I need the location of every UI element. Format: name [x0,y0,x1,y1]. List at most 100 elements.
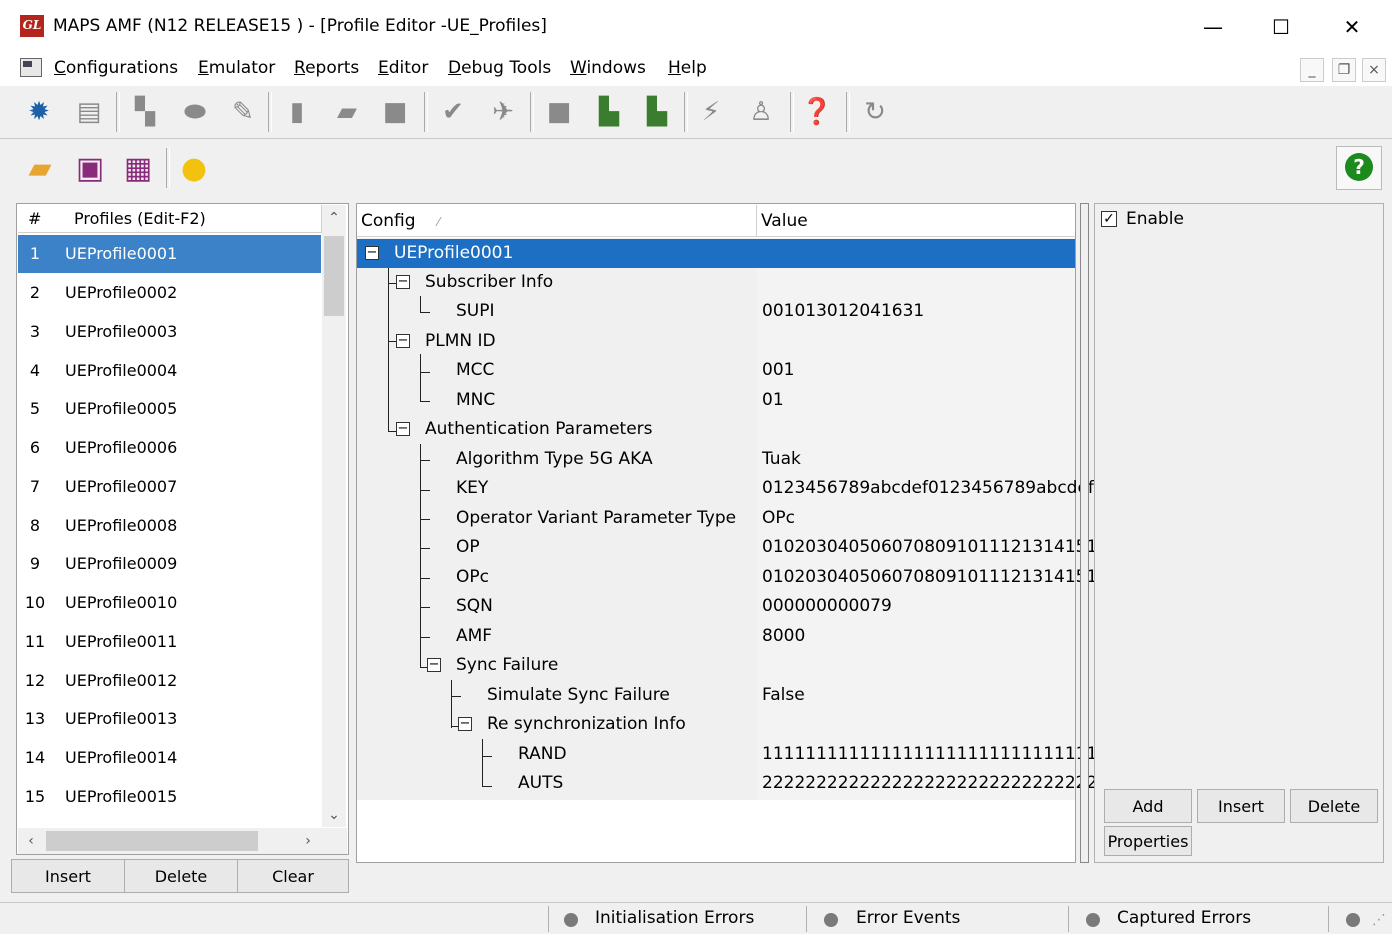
tree-node-sqn[interactable]: SQN 000000000079 [357,592,1075,621]
collapse-icon[interactable]: − [396,422,410,436]
tree-node-opc[interactable]: OPc 01020304050607080910111213141516 [357,563,1108,592]
profile-row[interactable]: 2 UEProfile0002 [18,274,321,312]
resize-grip-icon[interactable]: ⋰ [1372,912,1386,928]
toolbar-separator [790,92,794,132]
tree-node-amf[interactable]: AMF 8000 [357,622,1075,651]
menu-configurations[interactable]: Configurations [54,58,178,78]
save-as-icon[interactable]: ▦ [118,148,158,190]
tree-node-supi[interactable]: SUPI 001013012041631 [357,297,1075,326]
profile-row[interactable]: 14 UEProfile0014 [18,739,321,777]
menu-debug-tools[interactable]: Debug Tools [448,58,551,78]
column-header-profiles[interactable]: Profiles (Edit-F2) [64,205,322,233]
mdi-restore-button[interactable]: ❐ [1332,58,1356,82]
tree-node-mcc[interactable]: MCC 001 [357,356,1075,385]
tools-icon[interactable]: ✈ [486,94,520,130]
collapse-icon[interactable]: − [396,334,410,348]
delete-profile-button[interactable]: Delete [124,859,238,893]
mdi-minimize-button[interactable]: _ [1300,58,1324,82]
call-icon[interactable]: ⬬ [178,94,212,130]
tree-node-simulate-sync-failure[interactable]: Simulate Sync Failure False [357,681,1075,710]
grid-icon[interactable]: ■ [378,94,412,130]
profile-row[interactable]: 15 UEProfile0015 [18,778,321,816]
scroll-right-icon[interactable]: › [297,830,319,852]
tree-node-plmn-id[interactable]: − PLMN ID [357,327,1075,356]
log-icon[interactable]: ▤ [72,94,106,130]
profile-row[interactable]: 8 UEProfile0008 [18,507,321,545]
clipboard-icon[interactable]: ▰ [330,94,364,130]
tree-node-sync-failure[interactable]: − Sync Failure [357,651,1075,680]
document-icon[interactable] [20,58,42,77]
insert-profile-button[interactable]: Insert [11,859,125,893]
profile-row[interactable]: 12 UEProfile0012 [18,662,321,700]
initialisation-errors-status[interactable]: Initialisation Errors [595,908,754,928]
profile-row[interactable]: 3 UEProfile0003 [18,313,321,351]
help-circle-icon[interactable]: ❓ [800,94,834,130]
column-header-value[interactable]: Value [757,205,1075,237]
profile-row[interactable]: 11 UEProfile0011 [18,623,321,661]
clear-profiles-button[interactable]: Clear [237,859,349,893]
add-button[interactable]: Add [1104,789,1192,823]
profile-row[interactable]: 13 UEProfile0013 [18,700,321,738]
tree-node-subscriber-info[interactable]: − Subscriber Info [357,268,1075,297]
captured-errors-status[interactable]: Captured Errors [1117,908,1251,928]
enable-checkbox[interactable]: ✓ [1101,211,1117,227]
edit-check-icon[interactable]: ✔ [436,94,470,130]
lightbulb-icon[interactable]: ● [174,148,214,190]
link-icon[interactable]: ✎ [226,94,260,130]
settings-gear-icon[interactable]: ✹ [22,94,56,130]
tree-node-authentication-parameters[interactable]: − Authentication Parameters [357,415,1075,444]
stop-icon[interactable]: ▮ [280,94,314,130]
scroll-left-icon[interactable]: ‹ [20,830,42,852]
script-icon[interactable]: ▚ [128,94,162,130]
profile-row[interactable]: 1 UEProfile0001 [18,235,321,273]
tree-node-key[interactable]: KEY 0123456789abcdef0123456789abcdef [357,474,1094,503]
tree-node-rand[interactable]: RAND 11111111111111111111111111111111 [357,740,1108,769]
tree-node-auts[interactable]: AUTS 2222222222222222222222222222222222 [357,769,1130,798]
profile-row[interactable]: 7 UEProfile0007 [18,468,321,506]
tree-node-mnc[interactable]: MNC 01 [357,386,1075,415]
menu-help[interactable]: Help [668,58,707,78]
open-folder-icon[interactable]: ▰ [20,148,60,190]
user-search-icon[interactable]: ♙ [744,94,778,130]
collapse-icon[interactable]: − [365,246,379,260]
profile-row[interactable]: 9 UEProfile0009 [18,545,321,583]
close-button[interactable]: ✕ [1329,10,1375,44]
minimize-button[interactable]: — [1190,10,1236,44]
doc-c-icon[interactable]: ▙ [592,94,626,130]
profile-row[interactable]: 6 UEProfile0006 [18,429,321,467]
maximize-button[interactable]: ☐ [1258,10,1304,44]
tree-node-profile[interactable]: − UEProfile0001 [357,239,1075,268]
menu-windows[interactable]: Windows [570,58,646,78]
doc-p-icon[interactable]: ▙ [640,94,674,130]
profile-row[interactable]: 4 UEProfile0004 [18,352,321,390]
collapse-icon[interactable]: − [396,275,410,289]
menu-editor[interactable]: Editor [378,58,428,78]
collapse-icon[interactable]: − [458,717,472,731]
profile-row[interactable]: 10 UEProfile0010 [18,584,321,622]
mdi-close-button[interactable]: × [1362,58,1386,82]
properties-button[interactable]: Properties [1104,826,1192,856]
tree-node-resync-info[interactable]: − Re synchronization Info [357,710,1075,739]
signal-icon[interactable]: ⚡ [694,94,728,130]
scroll-up-icon[interactable]: ⌃ [323,207,345,229]
insert-button[interactable]: Insert [1197,789,1285,823]
collapse-icon[interactable]: − [427,658,441,672]
column-header-config[interactable]: Config ⁄ [357,205,757,237]
scroll-down-icon[interactable]: ⌄ [323,804,345,826]
panel-splitter[interactable] [1080,203,1089,863]
save-icon[interactable]: ▣ [70,148,110,190]
profile-row[interactable]: 5 UEProfile0005 [18,390,321,428]
tree-node-op[interactable]: OP 0102030405060708091011121314151​6... [357,533,1124,562]
refresh-icon[interactable]: ↻ [858,94,892,130]
block-icon[interactable]: ■ [542,94,576,130]
delete-button[interactable]: Delete [1290,789,1378,823]
column-header-number[interactable]: # [18,205,66,233]
vertical-scroll-thumb[interactable] [324,236,344,316]
tree-node-algorithm-type[interactable]: Algorithm Type 5G AKA Tuak [357,445,1075,474]
menu-emulator[interactable]: Emulator [198,58,275,78]
error-events-status[interactable]: Error Events [856,908,960,928]
tree-node-operator-variant[interactable]: Operator Variant Parameter Type OPc [357,504,1075,533]
menu-reports[interactable]: Reports [294,58,359,78]
horizontal-scroll-thumb[interactable] [46,831,258,851]
help-button[interactable]: ? [1336,146,1382,190]
